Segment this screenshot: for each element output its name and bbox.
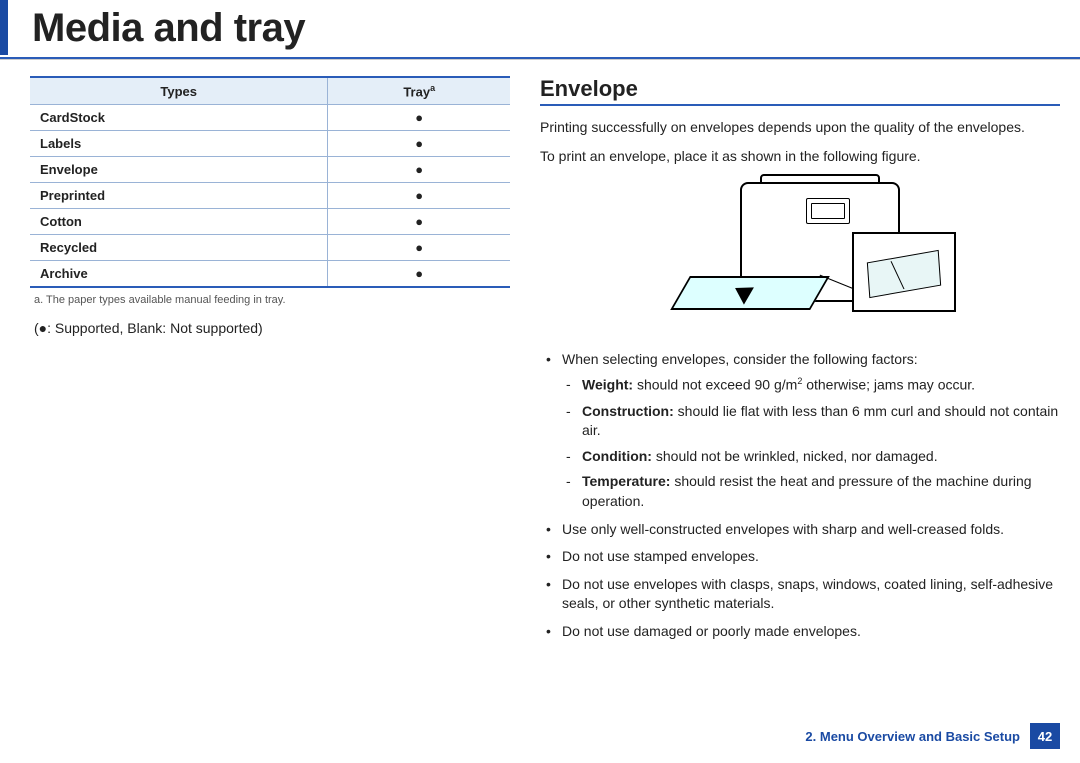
table-footnote: a. The paper types available manual feed… <box>34 294 510 306</box>
type-mark: ● <box>328 105 510 131</box>
envelope-icon <box>867 250 941 298</box>
factor-label: Condition: <box>582 448 652 464</box>
envelope-orientation-inset <box>852 232 956 312</box>
title-underline <box>0 57 1080 60</box>
type-mark: ● <box>328 235 510 261</box>
type-name: CardStock <box>30 105 328 131</box>
type-mark: ● <box>328 131 510 157</box>
page-title: Media and tray <box>0 0 1080 55</box>
table-row: Recycled● <box>30 235 510 261</box>
type-mark: ● <box>328 183 510 209</box>
page-footer: 2. Menu Overview and Basic Setup 42 <box>805 723 1060 749</box>
factor-text: should not exceed 90 g/m <box>633 377 797 393</box>
envelope-guidelines-list: When selecting envelopes, consider the f… <box>544 350 1060 642</box>
list-item: Temperature: should resist the heat and … <box>566 472 1060 511</box>
type-mark: ● <box>328 209 510 235</box>
type-name: Archive <box>30 261 328 288</box>
list-text: When selecting envelopes, consider the f… <box>562 351 918 367</box>
list-item: Use only well-constructed envelopes with… <box>544 520 1060 540</box>
list-item: Condition: should not be wrinkled, nicke… <box>566 447 1060 467</box>
list-item: Do not use stamped envelopes. <box>544 547 1060 567</box>
factor-label: Weight: <box>582 377 633 393</box>
list-item: Do not use damaged or poorly made envelo… <box>544 622 1060 642</box>
page-number: 42 <box>1030 723 1060 749</box>
tray-header-text: Tray <box>403 84 430 99</box>
table-row: Archive● <box>30 261 510 288</box>
type-mark: ● <box>328 261 510 288</box>
factors-sublist: Weight: should not exceed 90 g/m2 otherw… <box>566 375 1060 511</box>
factor-text: should not be wrinkled, nicked, nor dama… <box>652 448 938 464</box>
paragraph: To print an envelope, place it as shown … <box>540 147 1060 166</box>
printer-control-panel-icon <box>806 198 850 224</box>
type-name: Cotton <box>30 209 328 235</box>
section-heading-envelope: Envelope <box>540 76 1060 106</box>
list-item: Do not use envelopes with clasps, snaps,… <box>544 575 1060 614</box>
table-row: Preprinted● <box>30 183 510 209</box>
type-mark: ● <box>328 157 510 183</box>
table-row: Envelope● <box>30 157 510 183</box>
media-types-table: Types Traya CardStock● Labels● Envelope●… <box>30 76 510 288</box>
list-item: When selecting envelopes, consider the f… <box>544 350 1060 512</box>
paragraph: Printing successfully on envelopes depen… <box>540 118 1060 137</box>
factor-label: Construction: <box>582 403 674 419</box>
tray-header-sup: a <box>430 83 435 93</box>
type-name: Preprinted <box>30 183 328 209</box>
table-legend: (●: Supported, Blank: Not supported) <box>34 320 510 336</box>
table-row: Labels● <box>30 131 510 157</box>
factor-text: otherwise; jams may occur. <box>802 377 975 393</box>
list-item: Weight: should not exceed 90 g/m2 otherw… <box>566 375 1060 395</box>
chapter-label: 2. Menu Overview and Basic Setup <box>805 729 1020 744</box>
factor-label: Temperature: <box>582 473 670 489</box>
printer-envelope-figure <box>640 176 960 336</box>
table-row: CardStock● <box>30 105 510 131</box>
table-header-tray: Traya <box>328 77 510 105</box>
type-name: Labels <box>30 131 328 157</box>
list-item: Construction: should lie flat with less … <box>566 402 1060 441</box>
type-name: Envelope <box>30 157 328 183</box>
type-name: Recycled <box>30 235 328 261</box>
table-header-types: Types <box>30 77 328 105</box>
table-row: Cotton● <box>30 209 510 235</box>
left-column: Types Traya CardStock● Labels● Envelope●… <box>30 76 510 650</box>
right-column: Envelope Printing successfully on envelo… <box>540 76 1060 650</box>
